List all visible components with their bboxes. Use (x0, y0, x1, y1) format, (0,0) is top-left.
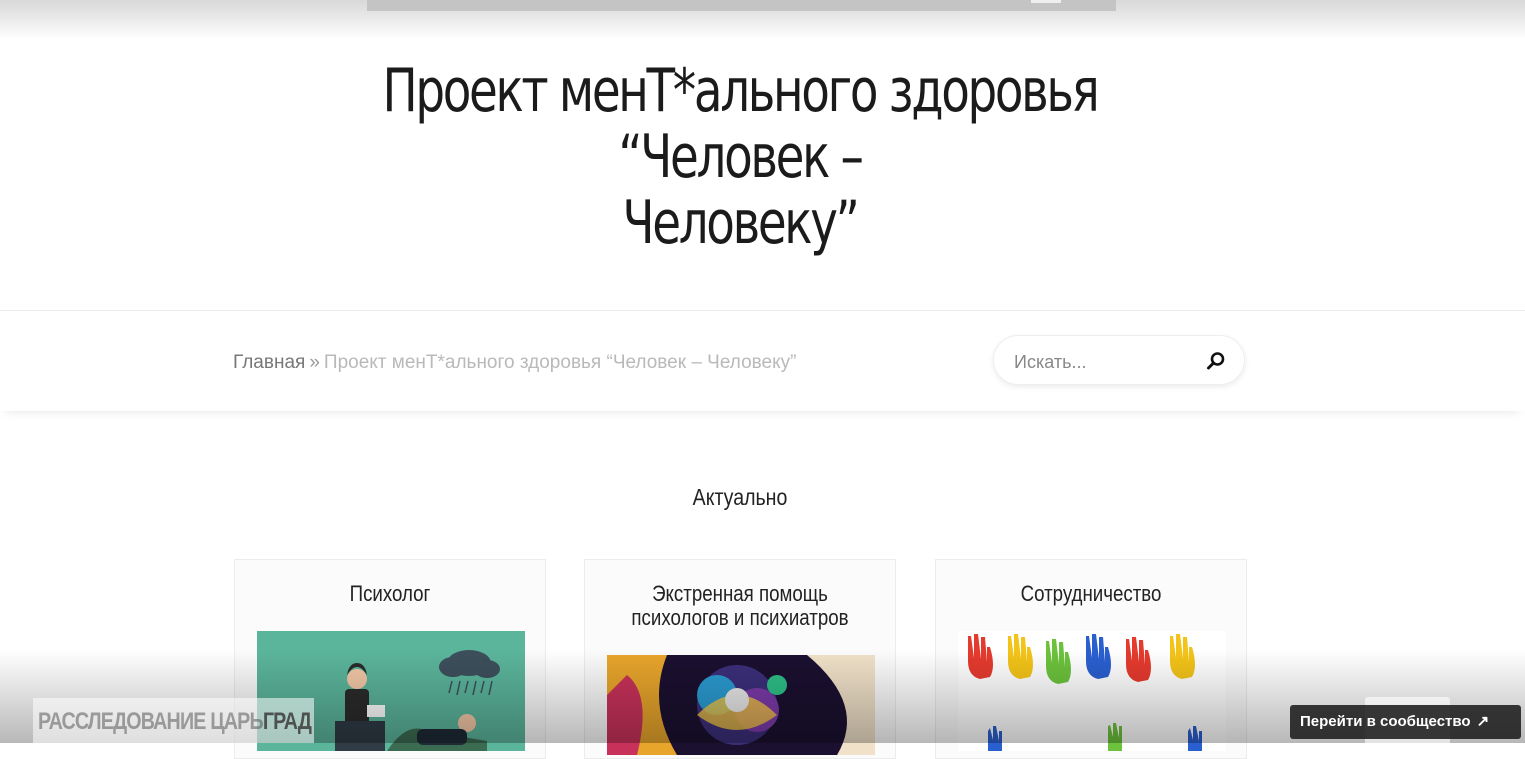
watermark-part1: РАССЛЕДОВАНИЕ ЦАРЬ (38, 708, 264, 735)
card-title-line1: Экстренная помощь (652, 581, 828, 606)
page-title-line1: Проект менТ*ального здоровья “Человек – (382, 56, 1100, 192)
breadcrumb-home-link[interactable]: Главная (233, 352, 305, 373)
search-icon[interactable] (1206, 351, 1226, 371)
card-emergency-help[interactable]: Экстренная помощь психологов и психиатро… (584, 559, 896, 759)
breadcrumb-bar: Главная» Проект менТ*ального здоровья “Че… (0, 310, 1525, 411)
page-title: Проект менТ*ального здоровья “Человек – … (319, 58, 1161, 256)
card-title: Сотрудничество (1020, 581, 1162, 606)
painted-hands (958, 631, 1226, 751)
psychologist-illustration (257, 631, 525, 751)
community-button[interactable]: Перейти в сообщество ↗ (1290, 705, 1521, 739)
external-arrow-icon: ↗ (1476, 713, 1490, 730)
search-input[interactable] (1012, 348, 1196, 376)
section-heading: Актуально (692, 484, 788, 510)
card-title: Экстренная помощь психологов и психиатро… (608, 582, 872, 630)
community-button-label: Перейти в сообщество (1300, 713, 1471, 730)
card-cooperation[interactable]: Сотрудничество (935, 559, 1247, 759)
breadcrumb: Главная» Проект менТ*ального здоровья “Че… (233, 352, 796, 374)
abstract-colorful-head (607, 655, 875, 755)
card-title-line2: психологов и психиатров (631, 605, 849, 630)
breadcrumb-current: Проект менТ*ального здоровья “Человек – … (323, 352, 797, 373)
card-psychologist[interactable]: Психолог (234, 559, 546, 759)
top-bar (367, 0, 1116, 11)
page-title-line2: Человеку” (622, 188, 860, 258)
card-title: Психолог (349, 581, 431, 606)
search-box (993, 335, 1245, 385)
breadcrumb-separator: » (309, 352, 320, 373)
top-bar-nub (1031, 0, 1061, 3)
